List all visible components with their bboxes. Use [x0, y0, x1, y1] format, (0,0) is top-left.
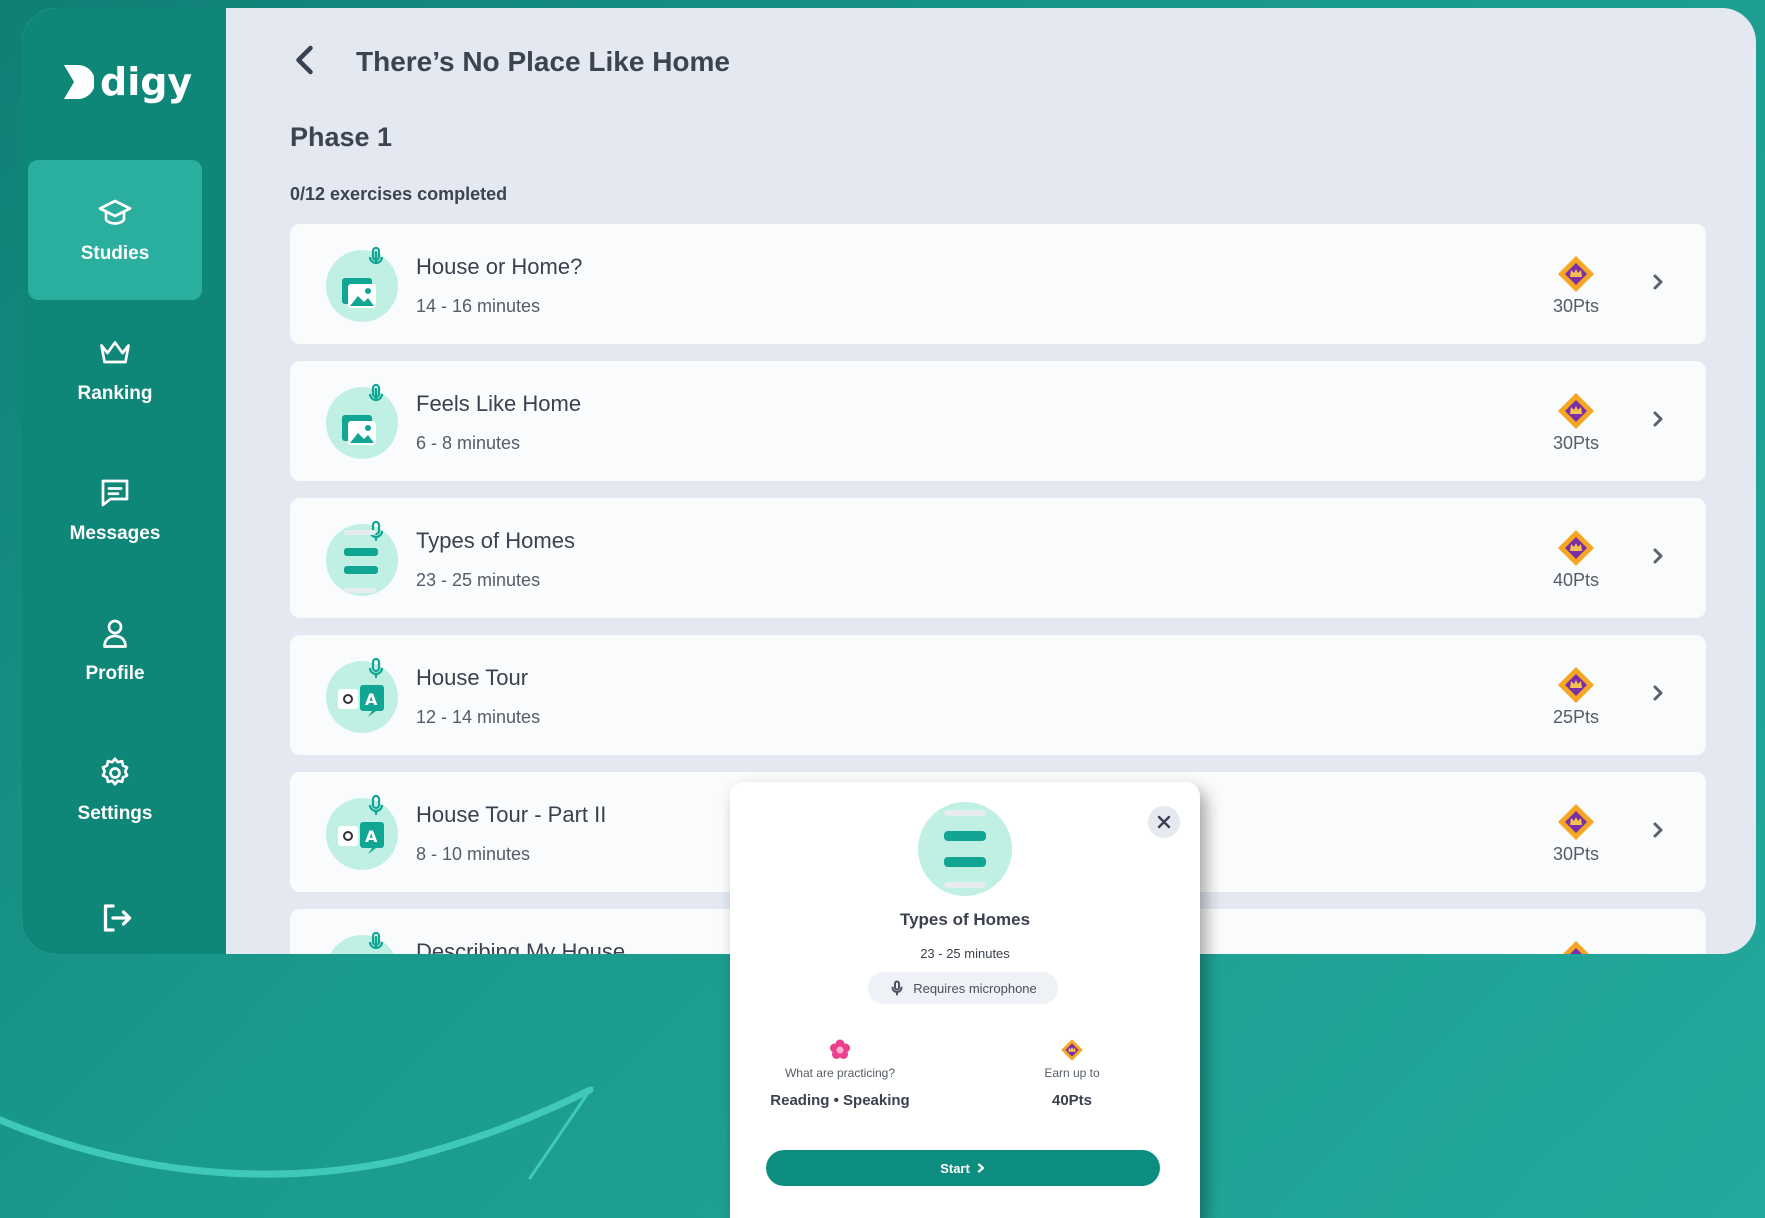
sidebar-item-label: Messages: [69, 523, 161, 544]
phase-title: Phase 1: [290, 122, 393, 152]
exercise-card[interactable]: Types of Homes 23 - 25 minutes 40Pts: [290, 498, 1706, 618]
popup-duration: 23 - 25 minutes: [920, 946, 1010, 961]
logout-button[interactable]: [98, 900, 138, 940]
back-button[interactable]: [288, 42, 324, 78]
exercise-title: House Tour: [416, 665, 529, 690]
svg-text:A: A: [365, 827, 378, 846]
exercise-title: Feels Like Home: [416, 391, 582, 416]
gem-icon: [1558, 667, 1594, 703]
exercise-title: House Tour - Part II: [416, 802, 607, 827]
start-label: Start: [940, 1160, 970, 1176]
exercise-points: 30Pts: [1552, 844, 1600, 864]
start-button[interactable]: Start: [766, 1150, 1160, 1186]
sidebar-item-label: Profile: [85, 663, 145, 684]
graduation-cap-icon: [98, 199, 132, 225]
progress-text: 0/12 exercises completed: [290, 184, 508, 204]
gem-icon: [1563, 941, 1589, 954]
decorative-arrow: [0, 1086, 595, 1180]
close-icon: [1157, 815, 1171, 829]
popup-title: Types of Homes: [899, 910, 1031, 929]
page-title: There’s No Place Like Home: [356, 46, 730, 77]
exercise-card[interactable]: Feels Like Home 6 - 8 minutes 30Pts: [290, 361, 1706, 481]
brand-name: digy: [100, 60, 193, 104]
exercise-title: Types of Homes: [416, 528, 575, 553]
earn-info: Earn up to 40Pts: [972, 1038, 1172, 1109]
gem-icon: [1558, 256, 1594, 292]
chevron-right-icon: [977, 1163, 984, 1173]
chevron-left-icon: [296, 45, 313, 75]
requirement-badge: Requires microphone: [868, 972, 1058, 1004]
chevron-right-icon[interactable]: [1646, 681, 1670, 705]
earn-label: Earn up to: [1044, 1066, 1100, 1080]
sidebar-item-settings[interactable]: Settings: [28, 720, 202, 860]
exercise-duration: 14 - 16 minutes: [416, 296, 541, 316]
exercise-points: 25Pts: [1552, 707, 1600, 727]
gem-icon: [1558, 530, 1594, 566]
sidebar: digy Studies Ranking Messages Profile Se…: [22, 8, 226, 954]
earn-value: 40Pts: [1051, 1092, 1093, 1109]
text-lines-mic-icon: [326, 520, 398, 596]
exercise-duration: 6 - 8 minutes: [416, 433, 521, 453]
sidebar-item-studies[interactable]: Studies: [28, 160, 202, 300]
chevron-right-icon[interactable]: [1646, 270, 1670, 294]
crown-icon: [100, 341, 130, 364]
exercise-popup: Types of Homes 23 - 25 minutes Requires …: [730, 782, 1200, 1218]
close-button[interactable]: [1148, 806, 1180, 838]
practicing-label: What are practicing?: [784, 1066, 896, 1080]
sidebar-item-profile[interactable]: Profile: [28, 580, 202, 720]
requirement-text: Requires microphone: [913, 980, 1037, 996]
brand-logo[interactable]: digy: [60, 60, 192, 104]
image-mic-icon: [330, 931, 394, 954]
sidebar-item-label: Ranking: [77, 383, 153, 404]
exercise-title: House or Home?: [416, 254, 583, 279]
message-icon: [101, 479, 129, 507]
exercise-duration: 23 - 25 minutes: [416, 570, 541, 590]
microphone-icon: [891, 980, 903, 996]
gear-icon: [101, 757, 129, 786]
exercise-points: 30Pts: [1552, 433, 1600, 453]
logout-icon: [103, 904, 132, 932]
gem-icon: [1558, 393, 1594, 429]
flower-icon: [830, 1039, 850, 1059]
exercise-card[interactable]: A House Tour 12 - 14 minutes 25Pts: [290, 635, 1706, 755]
practicing-info: What are practicing? Reading • Speaking: [740, 1038, 940, 1109]
exercise-title: Describing My House: [416, 939, 626, 954]
chevron-right-icon[interactable]: [1646, 407, 1670, 431]
sidebar-item-messages[interactable]: Messages: [28, 440, 202, 580]
image-mic-icon: [326, 246, 398, 322]
exercise-duration: 8 - 10 minutes: [416, 844, 531, 864]
practicing-value: Reading • Speaking: [770, 1092, 910, 1109]
svg-text:A: A: [365, 690, 378, 709]
exercise-card[interactable]: House or Home? 14 - 16 minutes 30Pts: [290, 224, 1706, 344]
gem-icon: [1558, 804, 1594, 840]
translate-mic-icon: A: [326, 794, 398, 870]
exercise-duration: 12 - 14 minutes: [416, 707, 541, 727]
exercise-points: 40Pts: [1552, 570, 1600, 590]
sidebar-item-label: Settings: [77, 803, 153, 824]
chevron-right-icon[interactable]: [1646, 818, 1670, 842]
gem-icon: [1061, 1039, 1083, 1061]
exercise-points: 30Pts: [1552, 296, 1600, 316]
sidebar-item-ranking[interactable]: Ranking: [28, 300, 202, 440]
translate-mic-icon: A: [326, 657, 398, 733]
digy-logo-icon: [64, 65, 94, 99]
user-icon: [103, 619, 127, 648]
sidebar-item-label: Studies: [80, 243, 150, 264]
chevron-right-icon[interactable]: [1646, 544, 1670, 568]
text-lines-icon: [918, 802, 1012, 896]
image-mic-icon: [326, 383, 398, 459]
